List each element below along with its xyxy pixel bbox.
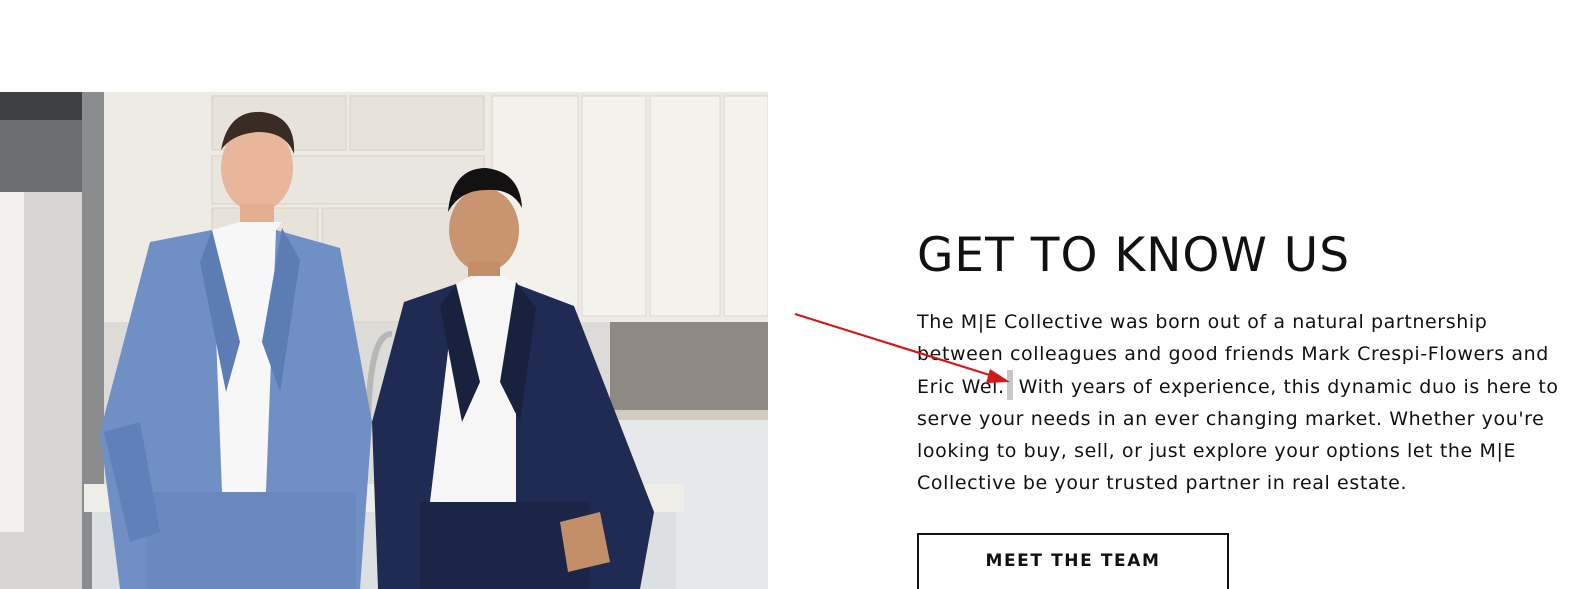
page: GET TO KNOW US The M|E Collective was bo… bbox=[0, 0, 1596, 589]
section-heading: GET TO KNOW US bbox=[917, 228, 1351, 283]
about-text-end: With years of experience, this dynamic d… bbox=[917, 376, 1559, 494]
about-paragraph: The M|E Collective was born out of a nat… bbox=[917, 306, 1567, 499]
team-photo-illustration bbox=[0, 92, 768, 589]
meet-the-team-button[interactable]: MEET THE TEAM bbox=[917, 533, 1229, 589]
team-photo bbox=[0, 92, 768, 589]
text-cursor-highlight bbox=[1006, 370, 1013, 400]
about-section: GET TO KNOW US The M|E Collective was bo… bbox=[917, 228, 1567, 499]
